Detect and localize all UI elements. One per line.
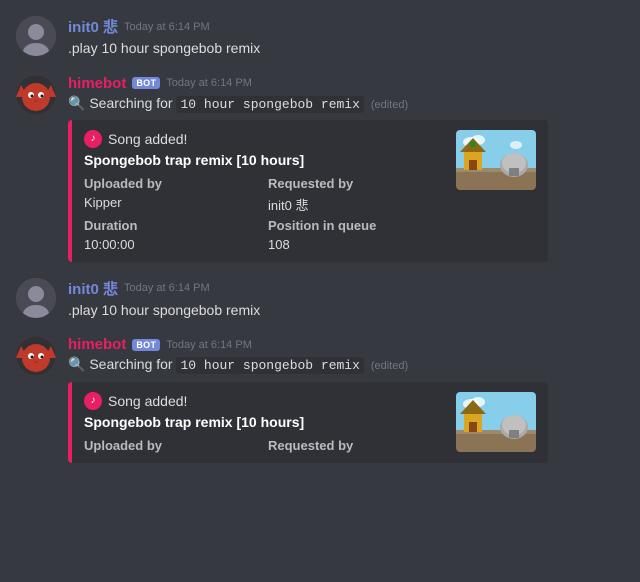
bot-badge: BOT [132, 339, 160, 351]
song-added-row: ♪ Song added! [84, 130, 444, 148]
embed-thumbnail [456, 392, 536, 452]
embed-thumbnail [456, 130, 536, 190]
uploaded-by-value: Kipper [84, 195, 260, 214]
search-prefix: 🔍 Searching for [68, 356, 173, 372]
embed-meta: Uploaded by Requested by Kipper init0 悲 … [84, 176, 444, 252]
username: init0 悲 [68, 16, 118, 37]
messages-container: init0 悲 Today at 6:14 PM .play 10 hour s… [0, 0, 640, 479]
message-group: init0 悲 Today at 6:14 PM .play 10 hour s… [0, 8, 640, 67]
timestamp: Today at 6:14 PM [166, 77, 252, 89]
timestamp: Today at 6:14 PM [166, 339, 252, 351]
requested-by-value: init0 悲 [268, 195, 444, 214]
avatar [16, 278, 56, 318]
message-text: .play 10 hour spongebob remix [68, 301, 624, 321]
search-prefix: 🔍 Searching for [68, 95, 173, 111]
search-query: 10 hour spongebob remix [176, 357, 363, 374]
avatar [16, 336, 56, 376]
music-icon: ♪ [84, 392, 102, 410]
avatar [16, 75, 56, 115]
timestamp: Today at 6:14 PM [124, 21, 210, 33]
position-label: Position in queue [268, 218, 444, 233]
message-text: .play 10 hour spongebob remix [68, 39, 624, 59]
uploaded-by-label: Uploaded by [84, 176, 260, 191]
message-content: himebot BOT Today at 6:14 PM 🔍 Searching… [68, 336, 624, 462]
message-header: himebot BOT Today at 6:14 PM [68, 336, 624, 353]
requested-by-label: Requested by [268, 438, 444, 453]
message-content: init0 悲 Today at 6:14 PM .play 10 hour s… [68, 16, 624, 59]
message-header: init0 悲 Today at 6:14 PM [68, 16, 624, 37]
duration-value: 10:00:00 [84, 237, 260, 252]
search-message: 🔍 Searching for 10 hour spongebob remix … [68, 355, 624, 375]
embed-card: ♪ Song added! Spongebob trap remix [10 h… [68, 382, 548, 463]
message-header: himebot BOT Today at 6:14 PM [68, 75, 624, 92]
search-query: 10 hour spongebob remix [176, 96, 363, 113]
song-title: Spongebob trap remix [10 hours] [84, 152, 444, 168]
duration-label: Duration [84, 218, 260, 233]
edited-tag: (edited) [371, 360, 408, 372]
username: himebot [68, 75, 126, 92]
message-content: init0 悲 Today at 6:14 PM .play 10 hour s… [68, 278, 624, 321]
song-added-row: ♪ Song added! [84, 392, 444, 410]
timestamp: Today at 6:14 PM [124, 282, 210, 294]
message-group: init0 悲 Today at 6:14 PM .play 10 hour s… [0, 270, 640, 329]
message-group: himebot BOT Today at 6:14 PM 🔍 Searching… [0, 67, 640, 270]
music-icon: ♪ [84, 130, 102, 148]
message-header: init0 悲 Today at 6:14 PM [68, 278, 624, 299]
message-content: himebot BOT Today at 6:14 PM 🔍 Searching… [68, 75, 624, 262]
message-group: himebot BOT Today at 6:14 PM 🔍 Searching… [0, 328, 640, 470]
embed-body: ♪ Song added! Spongebob trap remix [10 h… [84, 130, 444, 252]
edited-tag: (edited) [371, 99, 408, 111]
song-added-text: Song added! [108, 131, 187, 147]
requested-by-label: Requested by [268, 176, 444, 191]
song-added-text: Song added! [108, 393, 187, 409]
uploaded-by-label: Uploaded by [84, 438, 260, 453]
username: himebot [68, 336, 126, 353]
embed-meta: Uploaded by Requested by [84, 438, 444, 453]
avatar [16, 16, 56, 56]
song-title: Spongebob trap remix [10 hours] [84, 414, 444, 430]
position-value: 108 [268, 237, 444, 252]
bot-badge: BOT [132, 77, 160, 89]
embed-card: ♪ Song added! Spongebob trap remix [10 h… [68, 120, 548, 262]
search-message: 🔍 Searching for 10 hour spongebob remix … [68, 94, 624, 114]
embed-body: ♪ Song added! Spongebob trap remix [10 h… [84, 392, 444, 453]
username: init0 悲 [68, 278, 118, 299]
